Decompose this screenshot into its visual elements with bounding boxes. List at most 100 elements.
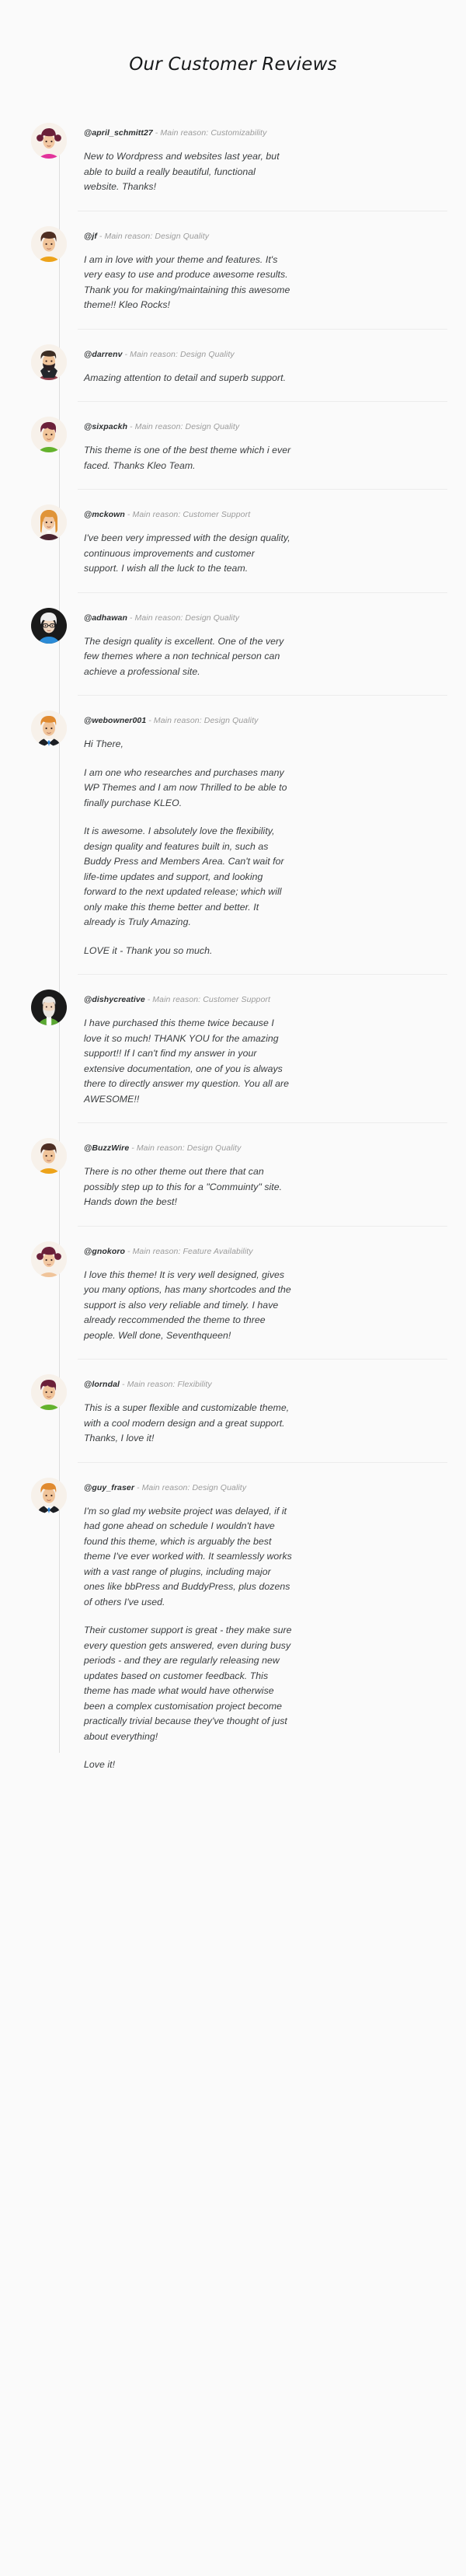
review-item: @sixpackh - Main reason: Design Quality … xyxy=(0,401,466,473)
avatar-man-suit-tie-icon xyxy=(31,710,67,746)
review-author-handle[interactable]: @BuzzWire xyxy=(84,1143,129,1153)
review-text: I am in love with your theme and feature… xyxy=(84,253,444,313)
review-main-reason: - Main reason: Design Quality xyxy=(130,422,240,431)
review-paragraph: Their customer support is great - they m… xyxy=(84,1625,292,1742)
review-text: Amazing attention to detail and superb s… xyxy=(84,371,444,386)
review-author-handle[interactable]: @jf xyxy=(84,232,97,241)
review-item: @jf - Main reason: Design Quality I am i… xyxy=(0,210,466,313)
review-item: @lorndal - Main reason: Flexibility This… xyxy=(0,1359,466,1447)
review-main-reason: - Main reason: Design Quality xyxy=(99,231,210,241)
review-divider xyxy=(78,1359,447,1360)
review-header: @lorndal - Main reason: Flexibility xyxy=(84,1379,444,1390)
avatar-man-suit-tie-icon xyxy=(31,1477,67,1513)
review-text: Hi There, I am one who researches and pur… xyxy=(84,737,444,958)
review-header: @sixpackh - Main reason: Design Quality xyxy=(84,421,444,432)
review-paragraph: Amazing attention to detail and superb s… xyxy=(84,372,287,383)
review-paragraph: I love this theme! It is very well desig… xyxy=(84,1269,291,1341)
review-item: @gnokoro - Main reason: Feature Availabi… xyxy=(0,1225,466,1344)
review-divider xyxy=(78,1122,447,1123)
review-main-reason: - Main reason: Design Quality xyxy=(148,716,259,725)
review-paragraph: I have purchased this theme twice becaus… xyxy=(84,1017,290,1105)
page-title: Our Customer Reviews xyxy=(129,54,337,75)
avatar-woman-white-hair-glasses-icon xyxy=(31,607,67,644)
review-header: @dishycreative - Main reason: Customer S… xyxy=(84,994,444,1005)
review-main-reason: - Main reason: Customer Support xyxy=(127,510,251,519)
review-divider xyxy=(78,1461,447,1463)
review-body: @april_schmitt27 - Main reason: Customiz… xyxy=(84,123,444,195)
review-author-handle[interactable]: @darrenv xyxy=(84,350,123,359)
review-item: @guy_fraser - Main reason: Design Qualit… xyxy=(0,1461,466,1773)
avatar-girl-pigtails-pink-icon xyxy=(31,123,67,159)
review-text: This theme is one of the best theme whic… xyxy=(84,443,444,473)
review-paragraph: Hi There, xyxy=(84,738,124,749)
review-paragraph: I am in love with your theme and feature… xyxy=(84,253,290,311)
review-paragraph: I am one who researches and purchases ma… xyxy=(84,766,287,808)
review-header: @guy_fraser - Main reason: Design Qualit… xyxy=(84,1482,444,1493)
review-body: @jf - Main reason: Design Quality I am i… xyxy=(84,226,444,313)
review-author-handle[interactable]: @adhawan xyxy=(84,613,127,623)
review-text: I love this theme! It is very well desig… xyxy=(84,1268,444,1344)
review-paragraph: The design quality is excellent. One of … xyxy=(84,635,284,677)
review-body: @sixpackh - Main reason: Design Quality … xyxy=(84,417,444,473)
customer-reviews-page: Our Customer Reviews @april_schmitt27 - … xyxy=(0,0,466,2576)
reviews-timeline: @april_schmitt27 - Main reason: Customiz… xyxy=(0,123,466,1773)
review-header: @jf - Main reason: Design Quality xyxy=(84,231,444,242)
review-author-handle[interactable]: @webowner001 xyxy=(84,716,146,725)
review-divider xyxy=(78,328,447,330)
review-item: @dishycreative - Main reason: Customer S… xyxy=(0,974,466,1107)
review-author-handle[interactable]: @lorndal xyxy=(84,1380,120,1389)
review-author-handle[interactable]: @april_schmitt27 xyxy=(84,128,153,138)
review-author-handle[interactable]: @mckown xyxy=(84,510,125,519)
review-paragraph: New to Wordpress and websites last year,… xyxy=(84,151,280,192)
review-paragraph: Love it! xyxy=(84,1759,116,1770)
review-header: @webowner001 - Main reason: Design Quali… xyxy=(84,715,444,726)
review-author-handle[interactable]: @guy_fraser xyxy=(84,1483,134,1492)
review-text: The design quality is excellent. One of … xyxy=(84,634,444,680)
review-main-reason: - Main reason: Customer Support xyxy=(147,995,271,1004)
review-paragraph: I've been very impressed with the design… xyxy=(84,532,290,574)
review-body: @adhawan - Main reason: Design Quality T… xyxy=(84,608,444,680)
review-author-handle[interactable]: @sixpackh xyxy=(84,422,127,431)
avatar-man-orange-shirt-icon xyxy=(31,1138,67,1174)
review-body: @webowner001 - Main reason: Design Quali… xyxy=(84,710,444,958)
review-divider xyxy=(78,1225,447,1227)
review-paragraph: It is awesome. I absolutely love the fle… xyxy=(84,826,284,927)
review-divider xyxy=(78,974,447,975)
avatar-man-bald-beard-green-icon xyxy=(31,990,67,1025)
avatar-man-orange-shirt-icon xyxy=(31,225,67,262)
review-main-reason: - Main reason: Design Quality xyxy=(124,349,235,359)
review-paragraph: This theme is one of the best theme whic… xyxy=(84,445,291,471)
review-body: @darrenv - Main reason: Design Quality A… xyxy=(84,344,444,386)
review-body: @gnokoro - Main reason: Feature Availabi… xyxy=(84,1241,444,1344)
bottom-spacer xyxy=(0,1804,466,1897)
review-main-reason: - Main reason: Customizability xyxy=(155,128,267,138)
review-divider xyxy=(78,489,447,490)
review-item: @april_schmitt27 - Main reason: Customiz… xyxy=(0,123,466,195)
review-item: @mckown - Main reason: Customer Support … xyxy=(0,489,466,577)
review-main-reason: - Main reason: Flexibility xyxy=(121,1380,212,1389)
review-text: I've been very impressed with the design… xyxy=(84,531,444,577)
avatar-woman-ginger-hair-icon xyxy=(31,504,67,540)
review-author-handle[interactable]: @dishycreative xyxy=(84,995,145,1004)
review-header: @mckown - Main reason: Customer Support xyxy=(84,509,444,520)
review-item: @BuzzWire - Main reason: Design Quality … xyxy=(0,1122,466,1210)
review-body: @dishycreative - Main reason: Customer S… xyxy=(84,990,444,1107)
review-header: @adhawan - Main reason: Design Quality xyxy=(84,613,444,623)
avatar-man-green-shirt-icon xyxy=(31,1374,67,1410)
review-main-reason: - Main reason: Feature Availability xyxy=(127,1246,253,1256)
review-divider xyxy=(78,695,447,696)
review-text: I'm so glad my website project was delay… xyxy=(84,1504,444,1773)
review-header: @darrenv - Main reason: Design Quality xyxy=(84,349,444,360)
review-body: @mckown - Main reason: Customer Support … xyxy=(84,504,444,577)
review-paragraph: LOVE it - Thank you so much. xyxy=(84,944,213,956)
review-text: New to Wordpress and websites last year,… xyxy=(84,149,444,195)
avatar-girl-pigtails-plain-icon xyxy=(31,1241,67,1277)
review-divider xyxy=(78,592,447,593)
review-body: @guy_fraser - Main reason: Design Qualit… xyxy=(84,1478,444,1773)
review-paragraph: This is a super flexible and customizabl… xyxy=(84,1402,290,1443)
review-item: @webowner001 - Main reason: Design Quali… xyxy=(0,695,466,958)
review-paragraph: There is no other theme out there that c… xyxy=(84,1166,283,1207)
review-author-handle[interactable]: @gnokoro xyxy=(84,1247,125,1256)
review-text: There is no other theme out there that c… xyxy=(84,1164,444,1210)
review-item: @adhawan - Main reason: Design Quality T… xyxy=(0,592,466,680)
